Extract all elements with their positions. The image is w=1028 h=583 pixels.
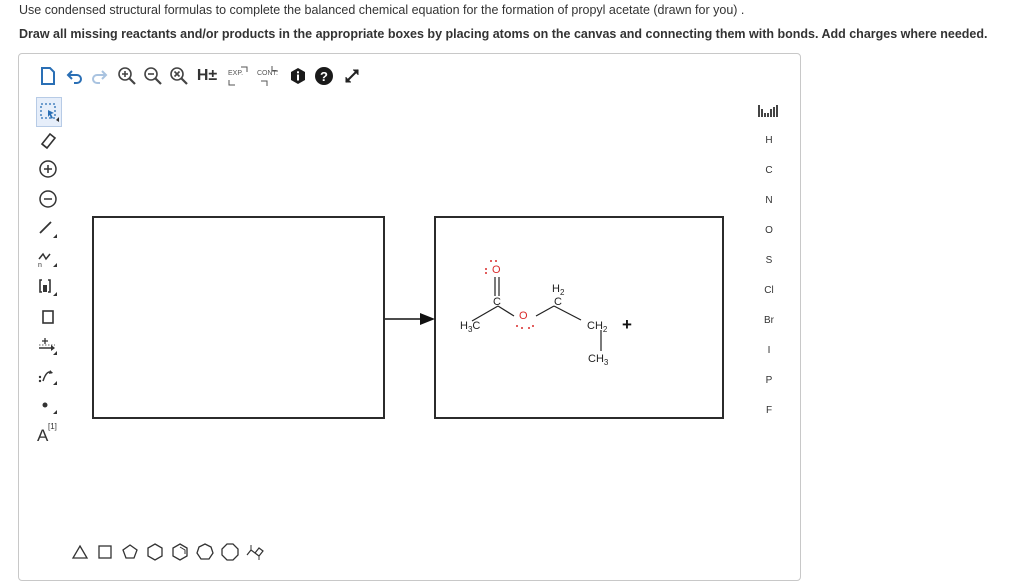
fullscreen-icon[interactable] [341,64,363,88]
explicit-hydrogens-button[interactable]: H± [195,64,219,88]
element-br[interactable]: Br [754,315,784,326]
reaction-arrow[interactable] [385,313,435,325]
undo-icon[interactable] [65,64,85,88]
new-document-icon[interactable] [37,64,59,88]
top-toolbar: H± EXP. CONT. ? [19,54,800,94]
ch3-left-label: H3C [460,320,481,334]
negative-charge-icon[interactable] [35,187,61,211]
element-o[interactable]: O [754,225,784,236]
plus-sign: + [622,315,632,334]
element-h[interactable]: H [754,135,784,146]
eraser-icon[interactable] [35,128,61,152]
element-n[interactable]: N [754,195,784,206]
cyclohexane-icon[interactable] [144,541,166,563]
cyclopentane-icon[interactable] [119,541,141,563]
chain-tool-icon[interactable]: n [35,246,61,270]
expand-label: EXP. [228,70,244,77]
contract-label: CONT. [257,70,278,77]
electron-pushing-arrow-icon[interactable] [35,364,61,388]
carbonyl-carbon-label: C [493,296,501,308]
ester-oxygen-label: O [519,310,528,322]
element-f[interactable]: F [754,405,784,416]
svg-text:n: n [38,262,42,269]
element-palette: H C N O S Cl Br I P F [744,94,794,424]
reaction-arrow-tool-icon[interactable] [35,334,61,358]
element-cl[interactable]: Cl [754,285,784,296]
cyclobutane-icon[interactable] [94,541,116,563]
ch3-bottom-label: CH3 [588,353,609,367]
element-p[interactable]: P [754,375,784,386]
ch2-top-carbon-label: C [554,296,562,308]
periodic-table-icon[interactable] [757,104,779,123]
cyclopropane-icon[interactable] [69,541,91,563]
help-icon[interactable]: ? [313,64,335,88]
zoom-in-icon[interactable] [116,64,138,88]
single-bond-icon[interactable] [35,217,61,241]
info-icon[interactable] [287,64,309,88]
left-toolbar: n A [1] [19,94,67,494]
element-c[interactable]: C [754,165,784,176]
select-tool-icon[interactable] [36,97,62,127]
chemistry-editor: H± EXP. CONT. ? n A [1] H C N O S Cl Br … [18,53,801,581]
drawing-canvas[interactable]: H3C C H2 C O O CH2 CH3 + [67,94,743,539]
propyl-acetate-bonds [471,277,602,351]
template-toolbar [67,538,327,568]
element-i[interactable]: I [754,345,784,356]
redo-icon[interactable] [89,64,109,88]
text-tool-superscript: [1] [48,422,57,431]
contract-button[interactable]: CONT. [255,64,283,88]
zoom-reset-icon[interactable] [168,64,190,88]
question-instruction: Use condensed structural formulas to com… [19,3,745,17]
ch2-right-label: CH2 [587,320,608,334]
expand-button[interactable]: EXP. [225,64,251,88]
radical-dot-icon[interactable] [35,393,61,417]
carbonyl-oxygen-label: O [492,264,501,276]
cycloheptane-icon[interactable] [194,541,216,563]
cyclooctane-icon[interactable] [219,541,241,563]
positive-charge-icon[interactable] [35,157,61,181]
svg-text:?: ? [320,69,328,84]
text-tool-icon[interactable]: A [1] [35,421,65,445]
element-s[interactable]: S [754,255,784,266]
bracket-tool-icon[interactable] [35,275,61,299]
question-directions: Draw all missing reactants and/or produc… [19,27,988,41]
ch2-top-label: H2 [552,283,565,297]
rectangle-tool-icon[interactable] [35,305,61,329]
zoom-out-icon[interactable] [142,64,164,88]
text-tool-label: A [37,426,49,445]
chair-cyclohexane-icon[interactable] [244,541,266,563]
benzene-icon[interactable] [169,541,191,563]
reaction-graphics [385,277,602,351]
